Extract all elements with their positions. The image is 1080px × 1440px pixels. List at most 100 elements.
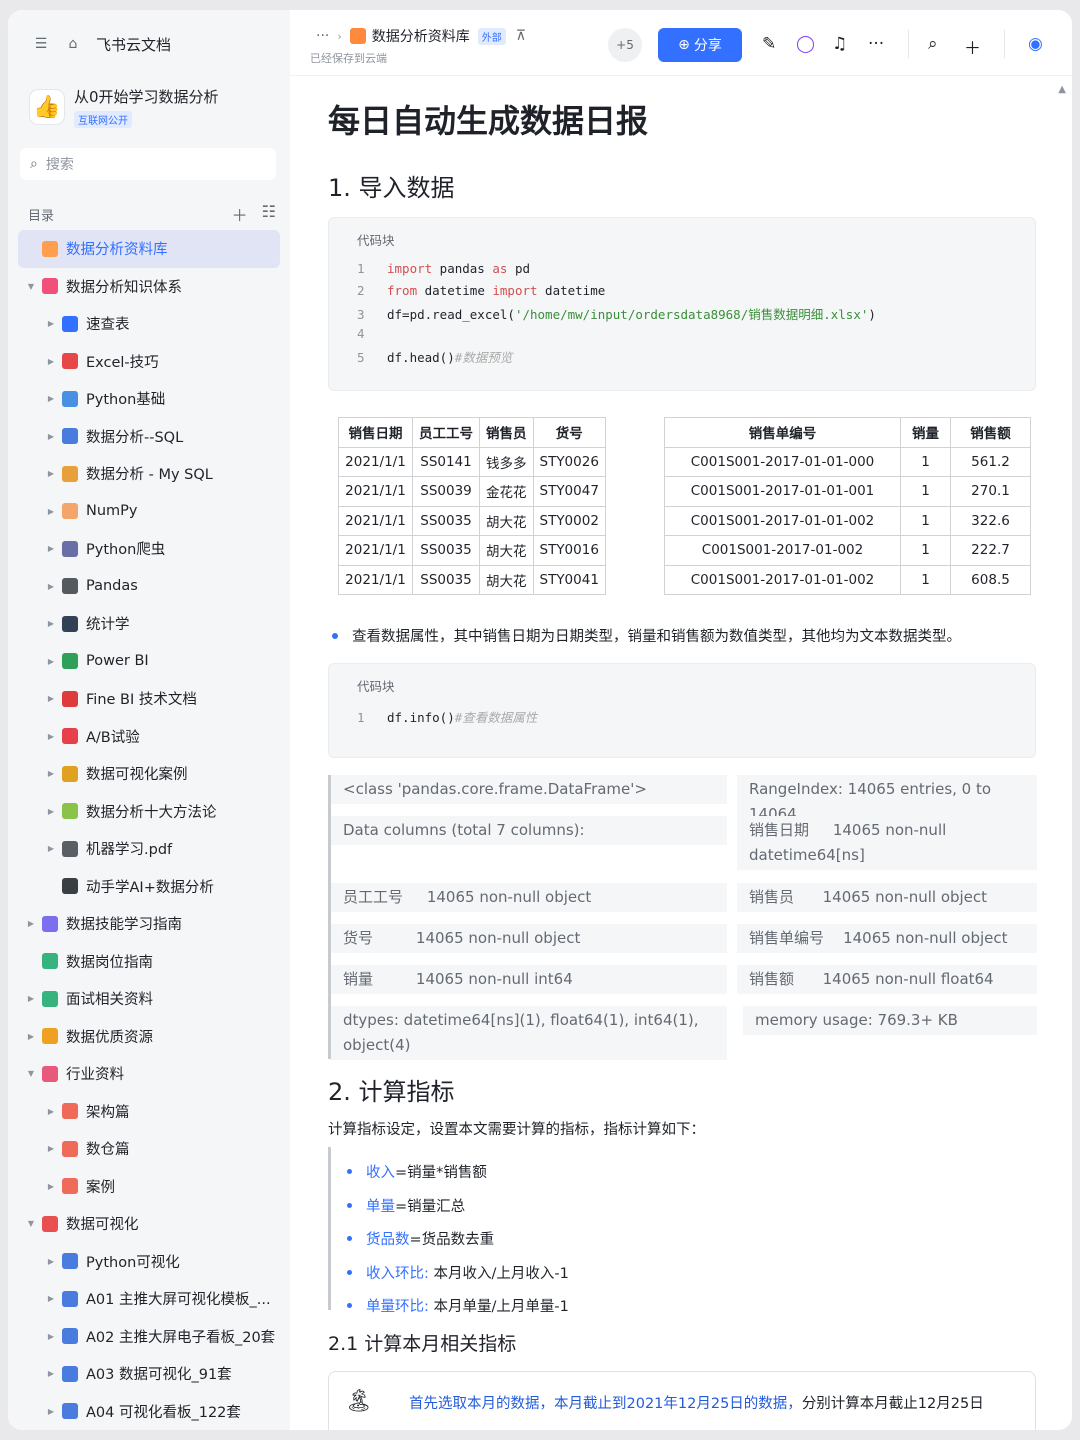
space-tag: 互联网公开 (74, 111, 132, 128)
chevron-down-icon[interactable]: ▼ (24, 1219, 38, 1228)
chevron-right-icon[interactable]: ▶ (44, 394, 58, 403)
chevron-right-icon[interactable]: ▶ (44, 432, 58, 441)
collapse-sidebar-icon[interactable]: ☰ (32, 35, 50, 53)
doc-icon (62, 1140, 78, 1157)
chevron-right-icon[interactable]: ▶ (24, 919, 38, 928)
sidebar-item[interactable]: ▶ 统计学 (18, 605, 280, 643)
home-icon[interactable]: ⌂ (64, 35, 82, 53)
more-options-icon[interactable]: ··· (868, 34, 884, 54)
sidebar-item[interactable]: ▶ Python可视化 (18, 1243, 280, 1281)
sidebar-item[interactable]: ▶ A04 可视化看板_122套 (18, 1393, 280, 1431)
chevron-right-icon[interactable]: ▶ (44, 1182, 58, 1191)
search-input[interactable]: ⌕ 搜索 (20, 148, 276, 180)
sidebar-item[interactable]: ▶ Fine BI 技术文档 (18, 680, 280, 718)
bell-icon[interactable]: ♫ (832, 34, 847, 54)
sidebar-item[interactable]: 数据分析资料库 (18, 230, 280, 268)
chevron-right-icon[interactable]: ▶ (44, 507, 58, 516)
app-window: ☰ ⌂ 飞书云文档 👍 从0开始学习数据分析 互联网公开 ⌕ 搜索 目录 ＋ ☷… (8, 10, 1072, 1430)
sidebar-item-label: 速查表 (86, 317, 130, 334)
sidebar-item[interactable]: ▶ A/B试验 (18, 718, 280, 756)
chevron-right-icon[interactable]: ▶ (44, 844, 58, 853)
chevron-right-icon[interactable]: ▶ (44, 469, 58, 478)
sidebar-item[interactable]: ▶ A02 主推大屏电子看板_20套 (18, 1318, 280, 1356)
code-block-info[interactable]: 代码块 1 df.info()#查看数据属性 (328, 663, 1036, 758)
sidebar: ☰ ⌂ 飞书云文档 👍 从0开始学习数据分析 互联网公开 ⌕ 搜索 目录 ＋ ☷… (8, 10, 290, 1430)
sidebar-item[interactable]: ▶ 数据分析--SQL (18, 418, 280, 456)
chevron-right-icon[interactable]: ▶ (44, 694, 58, 703)
breadcrumb-current[interactable]: 数据分析资料库 (372, 26, 470, 46)
sidebar-item[interactable]: ▼ 数据可视化 (18, 1205, 280, 1243)
sidebar-item[interactable]: ▶ Power BI (18, 643, 280, 681)
chevron-right-icon[interactable]: ▶ (44, 769, 58, 778)
chevron-down-icon[interactable]: ▼ (24, 282, 38, 291)
sidebar-item[interactable]: 动手学AI+数据分析 (18, 868, 280, 906)
chevron-right-icon[interactable]: ▶ (44, 1294, 58, 1303)
chevron-right-icon[interactable]: ▶ (44, 357, 58, 366)
scroll-up-icon[interactable]: ▲ (1058, 84, 1066, 95)
chevron-right-icon[interactable]: ▶ (24, 1032, 38, 1041)
chevron-right-icon: › (337, 29, 342, 43)
chevron-right-icon[interactable]: ▶ (44, 582, 58, 591)
doc-icon (42, 990, 58, 1007)
chevron-right-icon[interactable]: ▶ (44, 657, 58, 666)
sidebar-item[interactable]: ▶ A03 数据可视化_91套 (18, 1355, 280, 1393)
sidebar-item[interactable]: ▼ 数据分析知识体系 (18, 268, 280, 306)
table-row: 2021/1/1 SS0035 胡大花 STY0041 (338, 564, 606, 595)
table-cell: 1 (900, 505, 951, 536)
sidebar-item[interactable]: ▶ 面试相关资料 (18, 980, 280, 1018)
sidebar-item[interactable]: ▶ 案例 (18, 1168, 280, 1206)
sidebar-item[interactable]: ▶ 数据技能学习指南 (18, 905, 280, 943)
sidebar-item[interactable]: ▶ Excel-技巧 (18, 343, 280, 381)
doc-icon (62, 390, 78, 407)
pin-icon[interactable]: ⊼ (516, 28, 526, 44)
island-icon: 🏝 (345, 1389, 373, 1414)
sidebar-item[interactable]: ▶ Pandas (18, 568, 280, 606)
chevron-right-icon[interactable]: ▶ (44, 319, 58, 328)
add-icon[interactable]: ＋ (232, 202, 248, 226)
sidebar-item[interactable]: ▶ Python爬虫 (18, 530, 280, 568)
sidebar-item[interactable]: ▶ A01 主推大屏可视化模板_... (18, 1280, 280, 1318)
sidebar-item[interactable]: ▶ 机器学习.pdf (18, 830, 280, 868)
collaborators-count[interactable]: +5 (608, 28, 642, 62)
chevron-right-icon[interactable]: ▶ (44, 732, 58, 741)
app-title[interactable]: 飞书云文档 (96, 34, 171, 55)
sidebar-item[interactable]: 数据岗位指南 (18, 943, 280, 981)
sidebar-item[interactable]: ▶ 架构篇 (18, 1093, 280, 1131)
sidebar-item[interactable]: ▶ 速查表 (18, 305, 280, 343)
chevron-right-icon[interactable]: ▶ (44, 807, 58, 816)
edit-icon[interactable]: ✎ (762, 34, 776, 54)
sidebar-item[interactable]: ▶ 数据分析 - My SQL (18, 455, 280, 493)
add-icon[interactable]: ＋ (964, 34, 981, 59)
chevron-right-icon[interactable]: ▶ (44, 1257, 58, 1266)
more-icon[interactable]: ··· (316, 28, 329, 44)
list-icon[interactable]: ☷ (262, 202, 276, 226)
sidebar-item[interactable]: ▼ 行业资料 (18, 1055, 280, 1093)
sidebar-item[interactable]: ▶ Python基础 (18, 380, 280, 418)
sidebar-item[interactable]: ▶ 数据优质资源 (18, 1018, 280, 1056)
chevron-right-icon[interactable]: ▶ (44, 1107, 58, 1116)
avatar[interactable]: ◉ (1028, 34, 1043, 54)
sidebar-item[interactable]: ▶ 数据可视化案例 (18, 755, 280, 793)
chevron-down-icon[interactable]: ▼ (24, 1069, 38, 1078)
data-preview-table-left: 销售日期 员工工号 销售员 货号 2021/1/1 SS0141 钱多多 STY0026 202… (338, 417, 606, 595)
sidebar-item[interactable]: ▶ NumPy (18, 493, 280, 531)
chevron-right-icon[interactable]: ▶ (44, 619, 58, 628)
chevron-right-icon[interactable]: ▶ (24, 994, 38, 1003)
code-block-import[interactable]: 代码块 1 import pandas as pd 2 from datetime i… (328, 217, 1036, 391)
list-item: 收入环比: 本月收入/上月收入-1 (345, 1262, 569, 1283)
space-info[interactable]: 👍 从0开始学习数据分析 互联网公开 (30, 86, 219, 128)
chevron-right-icon[interactable]: ▶ (44, 1332, 58, 1341)
sidebar-item[interactable]: ▶ 数仓篇 (18, 1130, 280, 1168)
sidebar-item-label: 数据分析知识体系 (66, 279, 182, 296)
share-button[interactable]: ⊕ 分享 (658, 28, 742, 62)
chevron-right-icon[interactable]: ▶ (44, 544, 58, 553)
callout-block[interactable]: 🏝 首先选取本月的数据，本月截止到2021年12月25日的数据，分别计算本月截止… (328, 1371, 1036, 1430)
sidebar-item-label: 架构篇 (86, 1104, 130, 1121)
chevron-right-icon[interactable]: ▶ (44, 1369, 58, 1378)
chevron-right-icon[interactable]: ▶ (44, 1407, 58, 1416)
table-cell: 胡大花 (479, 535, 534, 566)
sidebar-item[interactable]: ▶ 数据分析十大方法论 (18, 793, 280, 831)
ai-assistant-icon[interactable]: ◯ (796, 34, 815, 54)
chevron-right-icon[interactable]: ▶ (44, 1144, 58, 1153)
search-icon[interactable]: ⌕ (928, 34, 938, 54)
